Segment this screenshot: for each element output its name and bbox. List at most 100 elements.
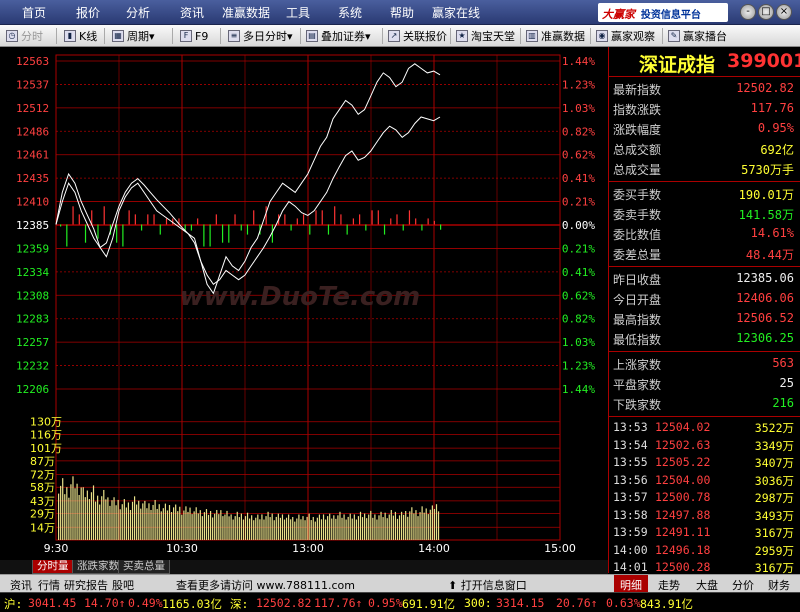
volume-bar xyxy=(300,519,302,540)
toolbar-kline-button[interactable]: ▮ K线 xyxy=(64,28,97,44)
toolbar-broadcast-button[interactable]: ✎ 赢家播台 xyxy=(668,28,727,44)
tick-time: 13:58 xyxy=(613,507,648,522)
volume-tick-label: 72万 xyxy=(30,469,55,482)
menu-item-system[interactable]: 系统 xyxy=(338,4,362,21)
volume-bar xyxy=(304,520,306,540)
deviation-bar xyxy=(346,224,348,235)
volume-bar xyxy=(255,517,257,540)
volume-bar xyxy=(86,490,88,540)
volume-bar xyxy=(242,519,245,540)
volume-tick-label: 116万 xyxy=(30,428,62,441)
deviation-bar xyxy=(84,224,87,243)
sz-label: 深: xyxy=(230,597,249,611)
deviation-bar xyxy=(197,218,199,225)
tab-price-dist[interactable]: 分价 xyxy=(726,575,760,593)
toolbar-shop-button[interactable]: ★ 淘宝天堂 xyxy=(456,28,515,44)
intraday-chart-svg: 12563 1.44% 12537 1.23% 12512 1.03% 12486 0.82%… xyxy=(16,54,595,555)
maximize-button[interactable]: □ xyxy=(758,4,774,20)
toolbar-f9-button[interactable]: F F9 xyxy=(180,28,208,44)
volume-bar xyxy=(269,517,271,540)
time-tick-label: 15:00 xyxy=(544,542,576,555)
volume-bar xyxy=(115,505,117,540)
volume-bar xyxy=(189,507,191,540)
menu-item-news[interactable]: 资讯 xyxy=(180,4,204,21)
volume-bar xyxy=(423,512,425,540)
toolbar-overlay-button[interactable]: ▤ 叠加证券▾ xyxy=(306,28,371,44)
volume-bar xyxy=(251,515,253,540)
tab-detail[interactable]: 明细 xyxy=(614,575,648,593)
volume-bar xyxy=(62,478,64,540)
volume-bar xyxy=(216,509,218,540)
volume-bar xyxy=(392,515,394,540)
price-tick-label: 12512 xyxy=(16,102,49,115)
stat-value: 12306.25 xyxy=(736,331,794,345)
volume-bar xyxy=(370,510,372,540)
stat-row: 今日开盘 12406.06 xyxy=(609,289,800,309)
toolbar-multiday-button[interactable]: ≡ 多日分时▾ xyxy=(228,28,293,44)
menu-item-data[interactable]: 准赢数据 xyxy=(222,4,270,21)
toolbar-watch-button[interactable]: ◉ 赢家观察 xyxy=(596,28,655,44)
tab-bid-ask-total[interactable]: 买卖总量 xyxy=(118,560,170,574)
promo-text[interactable]: 查看更多请访问 www.788111.com xyxy=(176,577,355,593)
toolbar-link-button[interactable]: ↗ 关联报价 xyxy=(388,28,447,44)
menu-item-tools[interactable]: 工具 xyxy=(286,4,310,21)
intraday-chart[interactable]: 12563 1.44% 12537 1.23% 12512 1.03% 12486 0.82%… xyxy=(0,47,608,557)
pct-tick-label: 0.00% xyxy=(562,219,595,232)
tab-finance[interactable]: 财务 xyxy=(762,575,796,593)
link-research[interactable]: 研究报告 xyxy=(64,577,108,593)
tick-row: 14:00 12496.18 2959万 xyxy=(609,542,800,560)
tick-time: 13:57 xyxy=(613,490,648,504)
menu-item-help[interactable]: 帮助 xyxy=(390,4,414,21)
volume-bar xyxy=(205,509,208,540)
toolbar-intraday-button[interactable]: ◷ 分时 xyxy=(6,28,43,44)
deviation-bar xyxy=(321,210,323,225)
toolbar-shop-label: 淘宝天堂 xyxy=(471,30,515,43)
toolbar-separator xyxy=(382,28,383,44)
volume-bar xyxy=(353,514,355,540)
menu-item-home[interactable]: 首页 xyxy=(22,4,46,21)
brand-tagline: 投资信息平台 xyxy=(640,10,701,21)
series-line-1 xyxy=(55,116,441,286)
volume-bar xyxy=(152,504,154,540)
tick-volume: 2959万 xyxy=(754,543,794,558)
sh-change: 14.70↑ xyxy=(84,596,126,610)
toolbar-data-button[interactable]: ▥ 准赢数据 xyxy=(526,28,585,44)
sh-value: 3041.45 xyxy=(28,596,77,610)
toolbar-period-button[interactable]: ▦ 周期▾ xyxy=(112,28,155,44)
menu-item-online[interactable]: 赢家在线 xyxy=(432,4,480,21)
minimize-button[interactable]: - xyxy=(740,4,756,20)
open-info-window[interactable]: ⬆ 打开信息窗口 xyxy=(448,577,527,593)
deviation-bar xyxy=(246,224,249,235)
stat-row: 涨跌幅度 0.95% xyxy=(609,119,800,139)
pct-tick-label: 0.41% xyxy=(562,172,595,185)
toolbar-multiday-label: 多日分时▾ xyxy=(243,30,293,43)
menu-item-analysis[interactable]: 分析 xyxy=(126,4,150,21)
volume-bar xyxy=(168,505,171,540)
volume-bar xyxy=(170,512,173,540)
link-news[interactable]: 资讯 xyxy=(10,577,32,593)
stat-value: 0.95% xyxy=(757,121,794,135)
deviation-bar xyxy=(327,224,330,235)
volume-bar xyxy=(60,485,62,540)
menu-item-quote[interactable]: 报价 xyxy=(76,4,100,21)
tab-trend[interactable]: 走势 xyxy=(652,575,686,593)
tick-row: 13:59 12491.11 3167万 xyxy=(609,524,800,542)
volume-bar xyxy=(290,519,292,540)
deviation-bar xyxy=(60,224,62,227)
volume-bar xyxy=(335,518,337,540)
tab-advance-decline[interactable]: 涨跌家数 xyxy=(72,560,124,574)
toolbar: ◷ 分时 ▮ K线 ▦ 周期▾ F F9 ≡ 多日分时▾ ▤ 叠加证券▾ ↗ 关联报价 ★ 淘宝… xyxy=(0,25,800,47)
volume-bar xyxy=(376,519,378,540)
tab-intraday-volume[interactable]: 分时量 xyxy=(32,560,74,574)
deviation-bar xyxy=(440,224,442,230)
link-forum[interactable]: 股吧 xyxy=(112,577,134,593)
volume-bar xyxy=(337,515,339,540)
deviation-bar xyxy=(116,224,118,243)
deviation-bar xyxy=(78,214,80,225)
close-button[interactable]: × xyxy=(776,4,792,20)
link-market[interactable]: 行情 xyxy=(38,577,60,593)
pct-tick-label: 1.03% xyxy=(562,336,595,349)
quote-panel: 深证成指 399001 最新指数 12502.82 指数涨跌 117.76 涨跌幅度 0.… xyxy=(608,47,800,610)
volume-bar xyxy=(228,516,230,540)
tab-market[interactable]: 大盘 xyxy=(690,575,724,593)
